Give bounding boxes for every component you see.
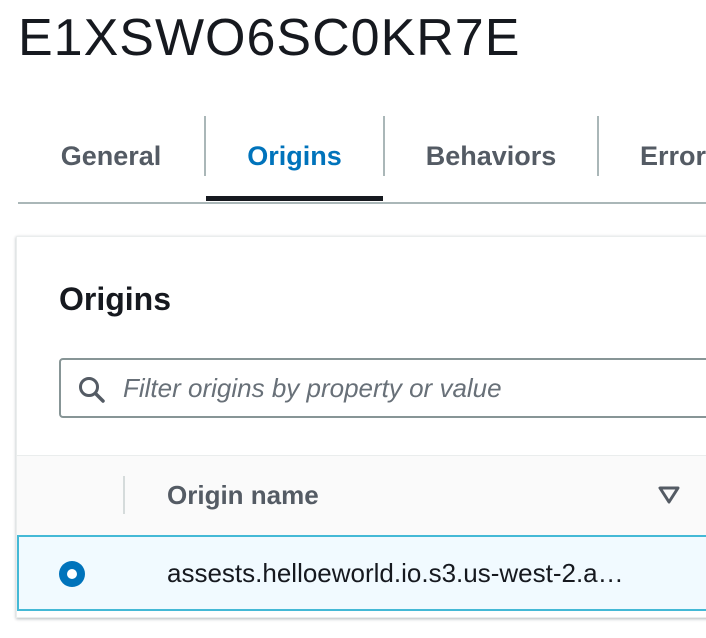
column-header-origin-name[interactable]: Origin name [167,456,319,534]
distribution-page: E1XSWO6SC0KR7E General Origins Behaviors… [0,0,706,638]
filter-box [59,358,706,418]
filter-origins-input[interactable] [123,364,706,412]
tab-general[interactable]: General [18,112,204,200]
row-select-radio[interactable] [59,561,85,587]
origins-panel: Origins Origin name assests.helloeworld.… [16,236,706,618]
tab-error-pages[interactable]: Error [599,112,706,200]
column-divider [123,476,125,514]
tab-origins[interactable]: Origins [206,112,383,200]
active-tab-indicator [206,196,383,201]
tab-behaviors[interactable]: Behaviors [385,112,597,200]
radio-selected-dot [67,569,77,579]
tab-bar: General Origins Behaviors Error [18,112,706,204]
origin-name-cell: assests.helloeworld.io.s3.us-west-2.a… [167,557,624,588]
panel-title: Origins [59,281,172,317]
table-header: Origin name [17,455,706,537]
table-row[interactable]: assests.helloeworld.io.s3.us-west-2.a… [17,535,706,611]
distribution-id-title: E1XSWO6SC0KR7E [18,9,521,67]
sort-descending-icon[interactable] [657,485,681,505]
search-icon [79,377,105,403]
